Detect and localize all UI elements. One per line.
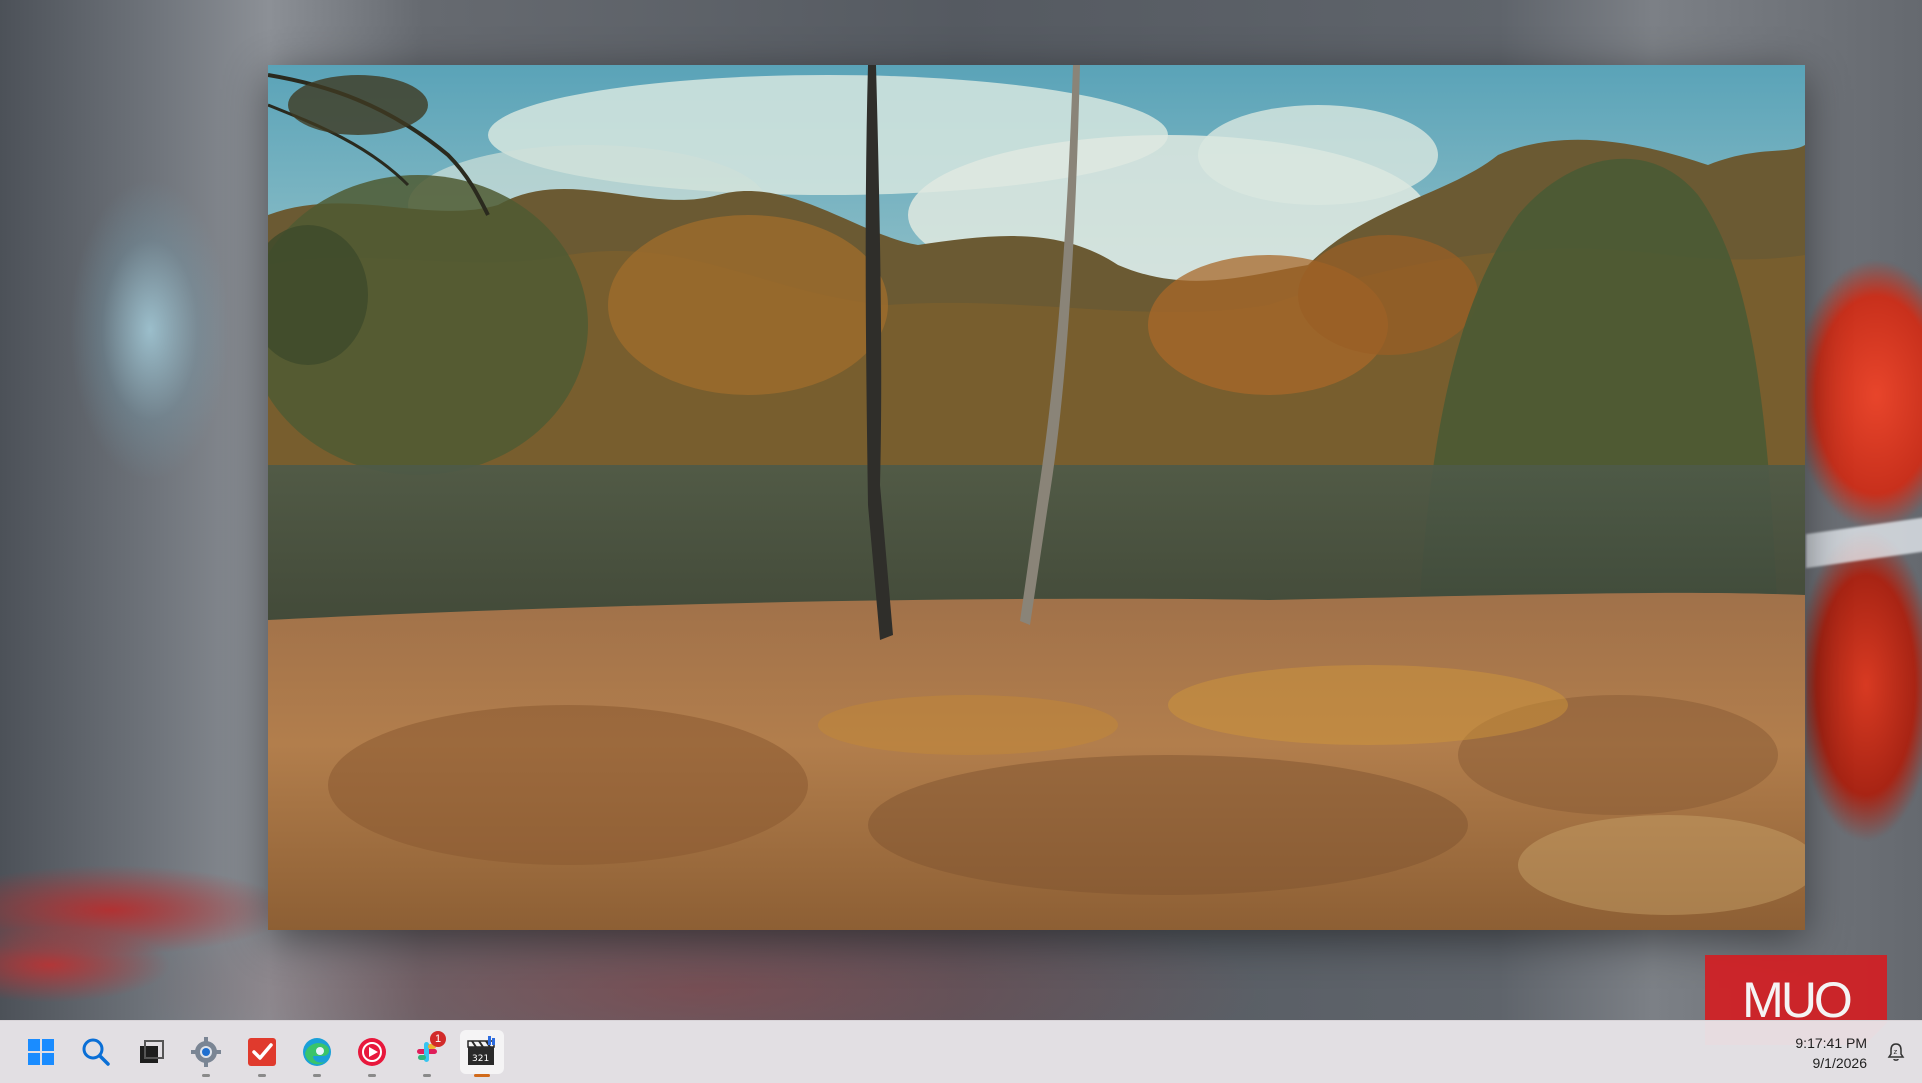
notification-badge: 1	[430, 1031, 446, 1047]
play-icon	[358, 1038, 386, 1066]
red-leaf-decoration	[1806, 225, 1922, 845]
task-view-button[interactable]	[129, 1030, 173, 1074]
todoist-button[interactable]	[240, 1030, 284, 1077]
clapperboard-icon: 321	[467, 1036, 495, 1065]
running-indicator	[202, 1074, 210, 1077]
running-indicator	[258, 1074, 266, 1077]
settings-button[interactable]	[184, 1030, 228, 1077]
taskbar: 1 321 9:17:41 PM 9/1/2026 z	[0, 1020, 1922, 1083]
landscape-photo	[268, 65, 1805, 930]
clock-date: 9/1/2026	[1812, 1055, 1868, 1071]
task-view-icon	[140, 1040, 164, 1063]
checkmark-app-icon	[248, 1038, 276, 1066]
system-clock[interactable]: 9:17:41 PM 9/1/2026	[1795, 1033, 1867, 1073]
running-indicator	[474, 1074, 490, 1077]
slack-button[interactable]: 1	[405, 1030, 449, 1077]
svg-text:z: z	[1894, 1048, 1898, 1056]
media-player-button[interactable]	[350, 1030, 394, 1077]
clock-time: 9:17:41 PM	[1795, 1035, 1867, 1051]
windows-logo-icon	[28, 1039, 54, 1065]
gear-icon	[191, 1037, 221, 1067]
notification-bell-icon: z	[1887, 1043, 1905, 1061]
edge-button[interactable]	[295, 1030, 339, 1077]
svg-text:321: 321	[472, 1054, 489, 1064]
running-indicator	[313, 1074, 321, 1077]
video-editor-button[interactable]: 321	[460, 1030, 504, 1077]
search-button[interactable]	[74, 1030, 118, 1074]
running-indicator	[368, 1074, 376, 1077]
notifications-button[interactable]: z	[1886, 1042, 1906, 1062]
search-icon	[82, 1038, 110, 1066]
photo-viewer-image[interactable]	[268, 65, 1805, 930]
start-button[interactable]	[19, 1030, 63, 1074]
edge-browser-icon	[303, 1038, 331, 1066]
running-indicator	[423, 1074, 431, 1077]
